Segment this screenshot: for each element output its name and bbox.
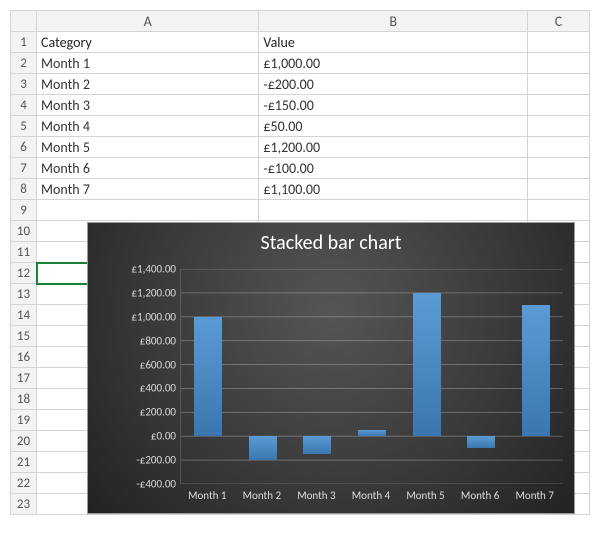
row-header[interactable]: 15 bbox=[11, 326, 37, 347]
row-header[interactable]: 12 bbox=[11, 263, 37, 284]
row-header[interactable]: 23 bbox=[11, 494, 37, 515]
row-header[interactable]: 22 bbox=[11, 473, 37, 494]
table-row: 8Month 7£1,100.00 bbox=[11, 179, 590, 200]
row-header[interactable]: 18 bbox=[11, 389, 37, 410]
row-header[interactable]: 10 bbox=[11, 221, 37, 242]
y-axis-tick-label: £1,000.00 bbox=[106, 310, 176, 323]
row-header[interactable]: 7 bbox=[11, 158, 37, 179]
x-axis-tick-label: Month 4 bbox=[344, 489, 398, 502]
cell[interactable]: £1,200.00 bbox=[259, 137, 527, 158]
row-header[interactable]: 3 bbox=[11, 74, 37, 95]
row-header[interactable]: 20 bbox=[11, 431, 37, 452]
row-header[interactable]: 14 bbox=[11, 305, 37, 326]
y-axis-tick-label: £0.00 bbox=[106, 430, 176, 443]
row-header[interactable]: 1 bbox=[11, 32, 37, 53]
cell[interactable] bbox=[527, 137, 589, 158]
chart-bar bbox=[413, 293, 441, 436]
cell[interactable]: Month 6 bbox=[37, 158, 259, 179]
chart-bar bbox=[303, 436, 331, 454]
cell[interactable]: Month 2 bbox=[37, 74, 259, 95]
y-axis-tick-label: -£400.00 bbox=[106, 478, 176, 491]
row-header[interactable]: 9 bbox=[11, 200, 37, 221]
cell[interactable]: -£100.00 bbox=[259, 158, 527, 179]
row-header[interactable]: 21 bbox=[11, 452, 37, 473]
row-header[interactable]: 8 bbox=[11, 179, 37, 200]
y-axis-tick-label: £400.00 bbox=[106, 382, 176, 395]
chart-plot-area bbox=[180, 269, 562, 484]
cell[interactable]: Value bbox=[259, 32, 527, 53]
row-header[interactable]: 6 bbox=[11, 137, 37, 158]
row-header[interactable]: 2 bbox=[11, 53, 37, 74]
x-axis-tick-label: Month 2 bbox=[235, 489, 289, 502]
chart-bar bbox=[194, 317, 222, 436]
y-axis-tick-label: £1,200.00 bbox=[106, 286, 176, 299]
y-axis-tick-label: £200.00 bbox=[106, 406, 176, 419]
x-axis-tick-label: Month 7 bbox=[508, 489, 562, 502]
row-header[interactable]: 19 bbox=[11, 410, 37, 431]
cell[interactable]: -£200.00 bbox=[259, 74, 527, 95]
table-row: 1CategoryValue bbox=[11, 32, 590, 53]
cell[interactable]: Month 5 bbox=[37, 137, 259, 158]
chart-bar bbox=[358, 430, 386, 436]
cell[interactable] bbox=[527, 32, 589, 53]
chart-title: Stacked bar chart bbox=[88, 223, 574, 255]
cell[interactable]: Category bbox=[37, 32, 259, 53]
row-header[interactable]: 5 bbox=[11, 116, 37, 137]
column-header-b[interactable]: B bbox=[259, 11, 527, 32]
table-row: 2Month 1£1,000.00 bbox=[11, 53, 590, 74]
table-row: 6Month 5£1,200.00 bbox=[11, 137, 590, 158]
x-axis-tick-label: Month 6 bbox=[453, 489, 507, 502]
y-axis-tick-label: £600.00 bbox=[106, 358, 176, 371]
column-header-c[interactable]: C bbox=[527, 11, 589, 32]
x-axis-tick-label: Month 5 bbox=[399, 489, 453, 502]
cell[interactable] bbox=[37, 200, 259, 221]
cell[interactable]: Month 7 bbox=[37, 179, 259, 200]
table-row: 4Month 3-£150.00 bbox=[11, 95, 590, 116]
y-axis-tick-label: £1,400.00 bbox=[106, 263, 176, 276]
row-header[interactable]: 17 bbox=[11, 368, 37, 389]
column-header-a[interactable]: A bbox=[37, 11, 259, 32]
table-row: 7Month 6-£100.00 bbox=[11, 158, 590, 179]
row-header[interactable]: 4 bbox=[11, 95, 37, 116]
table-row: 3Month 2-£200.00 bbox=[11, 74, 590, 95]
cell[interactable]: £1,100.00 bbox=[259, 179, 527, 200]
y-axis-tick-label: -£200.00 bbox=[106, 454, 176, 467]
table-row: 5Month 4£50.00 bbox=[11, 116, 590, 137]
cell[interactable] bbox=[527, 179, 589, 200]
cell[interactable] bbox=[527, 53, 589, 74]
cell[interactable]: Month 3 bbox=[37, 95, 259, 116]
embedded-chart[interactable]: Stacked bar chart £1,400.00 £1,200.00 £1,0… bbox=[87, 222, 575, 514]
column-header-row: A B C bbox=[11, 11, 590, 32]
cell[interactable]: £1,000.00 bbox=[259, 53, 527, 74]
cell[interactable]: £50.00 bbox=[259, 116, 527, 137]
chart-bar bbox=[249, 436, 277, 460]
cell[interactable] bbox=[527, 116, 589, 137]
cell[interactable]: -£150.00 bbox=[259, 95, 527, 116]
x-axis-tick-label: Month 1 bbox=[180, 489, 234, 502]
x-axis-tick-label: Month 3 bbox=[289, 489, 343, 502]
cell[interactable]: Month 4 bbox=[37, 116, 259, 137]
chart-bar bbox=[467, 436, 495, 448]
cell[interactable]: Month 1 bbox=[37, 53, 259, 74]
cell[interactable] bbox=[527, 200, 589, 221]
cell[interactable] bbox=[527, 158, 589, 179]
row-header[interactable]: 13 bbox=[11, 284, 37, 305]
row-header[interactable]: 16 bbox=[11, 347, 37, 368]
row-header[interactable]: 11 bbox=[11, 242, 37, 263]
cell[interactable] bbox=[527, 95, 589, 116]
chart-bar bbox=[522, 305, 550, 436]
select-all-corner[interactable] bbox=[11, 11, 37, 32]
y-axis-tick-label: £800.00 bbox=[106, 334, 176, 347]
cell[interactable] bbox=[259, 200, 527, 221]
table-row: 9 bbox=[11, 200, 590, 221]
cell[interactable] bbox=[527, 74, 589, 95]
